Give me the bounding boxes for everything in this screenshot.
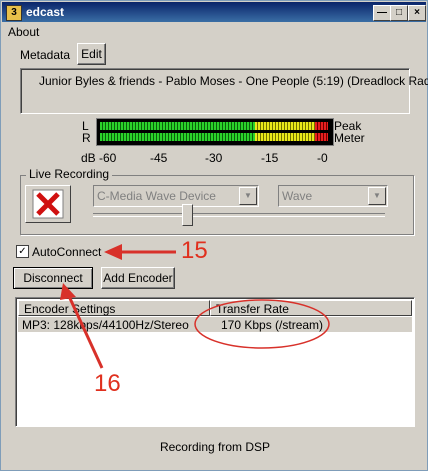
volume-slider-thumb[interactable]	[182, 204, 193, 226]
db-scale-tick: -0	[317, 151, 328, 165]
transfer-rate-cell: 170 Kbps (/stream)	[221, 318, 324, 332]
meter-label: Meter	[334, 131, 365, 145]
disabled-x-icon	[32, 189, 64, 219]
chevron-down-icon[interactable]: ▼	[368, 187, 386, 205]
edcast-app-icon[interactable]: 3	[6, 5, 22, 21]
disconnect-button[interactable]: Disconnect	[13, 267, 93, 289]
volume-slider-track[interactable]	[93, 213, 385, 217]
line-select[interactable]: Wave ▼	[278, 185, 388, 207]
db-scale-tick: -60	[99, 151, 117, 165]
minimize-button[interactable]: —	[373, 5, 391, 21]
close-button[interactable]: ×	[408, 5, 426, 21]
encoder-settings-cell: MP3: 128kbps/44100Hz/Stereo	[22, 318, 189, 332]
device-select[interactable]: C-Media Wave Device ▼	[93, 185, 259, 207]
column-header-transfer-rate[interactable]: Transfer Rate	[210, 300, 412, 316]
live-recording-toggle-button[interactable]	[25, 185, 71, 223]
column-header-encoder-settings[interactable]: Encoder Settings	[18, 300, 210, 316]
db-label: dB	[81, 151, 96, 165]
encoder-list[interactable]: Encoder Settings Transfer Rate MP3: 128k…	[15, 297, 415, 427]
window-title: edcast	[26, 5, 65, 19]
add-encoder-button[interactable]: Add Encoder	[101, 267, 175, 289]
callout-number-15: 15	[181, 237, 208, 264]
menu-bar: About	[2, 23, 426, 41]
line-select-value: Wave	[282, 189, 313, 203]
vu-meter	[96, 118, 334, 146]
right-channel-label: R	[82, 131, 91, 145]
edcast-window: 3 edcast — □ × About Metadata Edit Junio…	[0, 0, 428, 471]
now-playing-text: Junior Byles & friends - Pablo Moses - O…	[39, 74, 428, 88]
status-text: Recording from DSP	[159, 440, 271, 454]
autoconnect-checkbox[interactable]: ✓	[16, 245, 29, 258]
autoconnect-label[interactable]: AutoConnect	[32, 245, 101, 259]
table-row[interactable]: MP3: 128kbps/44100Hz/Stereo 170 Kbps (/s…	[18, 317, 412, 332]
metadata-display: Junior Byles & friends - Pablo Moses - O…	[20, 68, 428, 114]
menu-about[interactable]: About	[8, 25, 39, 39]
maximize-button[interactable]: □	[390, 5, 408, 21]
callout-number-16: 16	[94, 370, 121, 397]
device-select-value: C-Media Wave Device	[97, 189, 216, 203]
db-scale-tick: -15	[261, 151, 279, 165]
edit-metadata-button[interactable]: Edit	[77, 43, 106, 65]
db-scale-tick: -45	[150, 151, 168, 165]
chevron-down-icon[interactable]: ▼	[239, 187, 257, 205]
metadata-label: Metadata	[20, 48, 71, 62]
live-recording-title: Live Recording	[26, 167, 113, 181]
title-bar[interactable]: 3 edcast — □ ×	[2, 2, 426, 22]
db-scale-tick: -30	[205, 151, 223, 165]
